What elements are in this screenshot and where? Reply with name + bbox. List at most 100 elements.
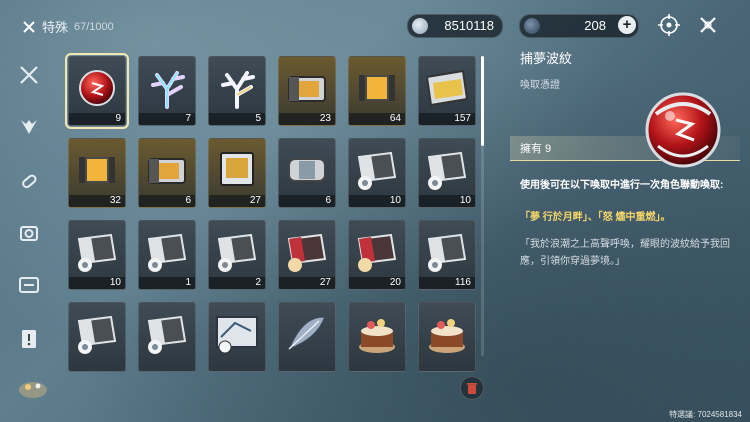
- backpack-icon: [23, 20, 35, 33]
- category-sidebar: [0, 52, 56, 422]
- red-crate-icon: [287, 233, 327, 272]
- rainbow-coral-icon: [151, 71, 185, 109]
- item-name: 捕夢波紋: [520, 51, 573, 66]
- gold-crate-icon: [148, 158, 186, 184]
- grid-scrollbar[interactable]: [481, 56, 484, 356]
- cake-icon: [359, 319, 395, 353]
- inventory-slot[interactable]: 23: [278, 56, 336, 126]
- inventory-slot[interactable]: 7: [138, 56, 196, 126]
- scrollbar-thumb[interactable]: [481, 56, 484, 146]
- trash-icon: [467, 383, 477, 394]
- crossed-swords-icon[interactable]: [18, 64, 40, 86]
- emblem-crate-icon: [77, 233, 117, 272]
- item-description: 使用後可在以下喚取中進行一次角色聯動喚取:: [520, 180, 724, 191]
- inventory-slot[interactable]: [278, 302, 336, 372]
- item-type: 喚取憑證: [520, 80, 560, 91]
- emblem-crate-icon: [147, 233, 187, 272]
- inventory-slot[interactable]: 157: [418, 56, 476, 126]
- inventory-title: 特殊 67/1000: [22, 17, 114, 36]
- user-id: 特選議: 7024581834: [669, 410, 742, 419]
- item-quantity: 157: [454, 113, 471, 124]
- emblem-crate-icon: [77, 315, 117, 354]
- red-orb-icon: [645, 92, 721, 168]
- item-quantity: 6: [325, 195, 331, 206]
- star-crystal-value: 208: [584, 18, 606, 33]
- item-quantity: 20: [389, 277, 401, 288]
- item-quantity: 32: [109, 195, 121, 206]
- blueprint-icon: [216, 316, 258, 354]
- inventory-slot[interactable]: [418, 302, 476, 372]
- emblem-crate-icon: [147, 315, 187, 354]
- red-orb-icon: [79, 70, 115, 106]
- item-quantity: 10: [109, 277, 121, 288]
- item-quantity: 116: [455, 277, 471, 288]
- silver-coin-icon: [412, 18, 428, 34]
- item-quantity: 9: [115, 113, 121, 124]
- silver-capsule-icon: [288, 158, 326, 182]
- inventory-count: 67/1000: [74, 20, 114, 33]
- gold-crate-icon: [288, 76, 326, 102]
- item-quantity: 10: [459, 195, 471, 206]
- item-quantity: 64: [389, 113, 401, 124]
- item-quantity: 6: [185, 195, 191, 206]
- silver-coin-value: 8510118: [444, 18, 494, 33]
- inventory-slot[interactable]: 6: [138, 138, 196, 208]
- inventory-slot[interactable]: 20: [348, 220, 406, 290]
- item-quantity: 2: [255, 277, 261, 288]
- inventory-slot[interactable]: 32: [68, 138, 126, 208]
- item-quantity: 1: [185, 277, 191, 288]
- star-crystal-counter: 208 +: [519, 14, 639, 38]
- inventory-slot[interactable]: 64: [348, 56, 406, 126]
- gold-capsule-icon: [79, 157, 115, 183]
- emblem-crate-icon: [427, 151, 467, 190]
- item-quantity: 27: [319, 277, 331, 288]
- emblem-crate-icon: [217, 233, 257, 272]
- emblem-crate-icon: [427, 233, 467, 272]
- inventory-slot[interactable]: 10: [348, 138, 406, 208]
- star-crystal-icon: [524, 18, 540, 34]
- alert-document-icon[interactable]: [18, 328, 40, 350]
- inventory-slot[interactable]: 1: [138, 220, 196, 290]
- silver-crate-icon: [425, 69, 469, 107]
- pet-icon[interactable]: [16, 374, 50, 400]
- owned-count: 擁有 9: [520, 143, 552, 155]
- item-quantity: 27: [249, 195, 261, 206]
- emblem-crate-icon: [357, 151, 397, 190]
- inventory-slot[interactable]: 116: [418, 220, 476, 290]
- inventory-slot[interactable]: 6: [278, 138, 336, 208]
- close-icon[interactable]: [697, 14, 719, 36]
- feather-icon: [287, 316, 327, 351]
- inventory-slot[interactable]: 27: [278, 220, 336, 290]
- discard-button[interactable]: [460, 376, 484, 400]
- gold-box-icon: [220, 152, 254, 186]
- item-quantity: 10: [389, 195, 401, 206]
- card-icon[interactable]: [18, 274, 40, 296]
- inventory-category: 特殊: [42, 20, 69, 35]
- inventory-slot[interactable]: 10: [68, 220, 126, 290]
- item-quantity: 23: [319, 113, 331, 124]
- camera-icon[interactable]: [18, 222, 40, 244]
- item-detail-panel: 捕夢波紋 喚取憑證 擁有 9 使用後可在以下喚取中進行一次角色聯動喚取: 「夢 …: [510, 40, 740, 422]
- mask-icon[interactable]: [18, 116, 40, 138]
- inventory-slot[interactable]: 9: [65, 53, 129, 129]
- inventory-slot[interactable]: [348, 302, 406, 372]
- inventory-slot[interactable]: 27: [208, 138, 266, 208]
- silver-coin-counter: 8510118: [407, 14, 503, 38]
- item-roles: 「夢 行於月畔」、「怒 燼中重燃」。: [520, 212, 671, 223]
- inventory-slot[interactable]: [208, 302, 266, 372]
- item-flavor-text: 「我於浪潮之上高聲呼喚，耀眼的波紋給予我回應，引領你穿過夢境。」: [520, 239, 730, 267]
- capsule-icon[interactable]: [18, 170, 40, 192]
- inventory-slot[interactable]: 2: [208, 220, 266, 290]
- red-crate-icon: [357, 233, 397, 272]
- gold-capsule-icon: [359, 75, 395, 101]
- white-coral-icon: [221, 71, 255, 109]
- inventory-slot[interactable]: 10: [418, 138, 476, 208]
- item-grid: 9 7 5 23 64 157 32 6 27 6 10 10 10 1 2 27 20 116: [62, 52, 482, 372]
- cake-icon: [429, 319, 465, 353]
- add-currency-button[interactable]: +: [618, 16, 636, 34]
- inventory-slot[interactable]: [138, 302, 196, 372]
- inventory-slot[interactable]: [68, 302, 126, 372]
- target-icon[interactable]: [658, 14, 680, 36]
- inventory-slot[interactable]: 5: [208, 56, 266, 126]
- item-quantity: 5: [255, 113, 261, 124]
